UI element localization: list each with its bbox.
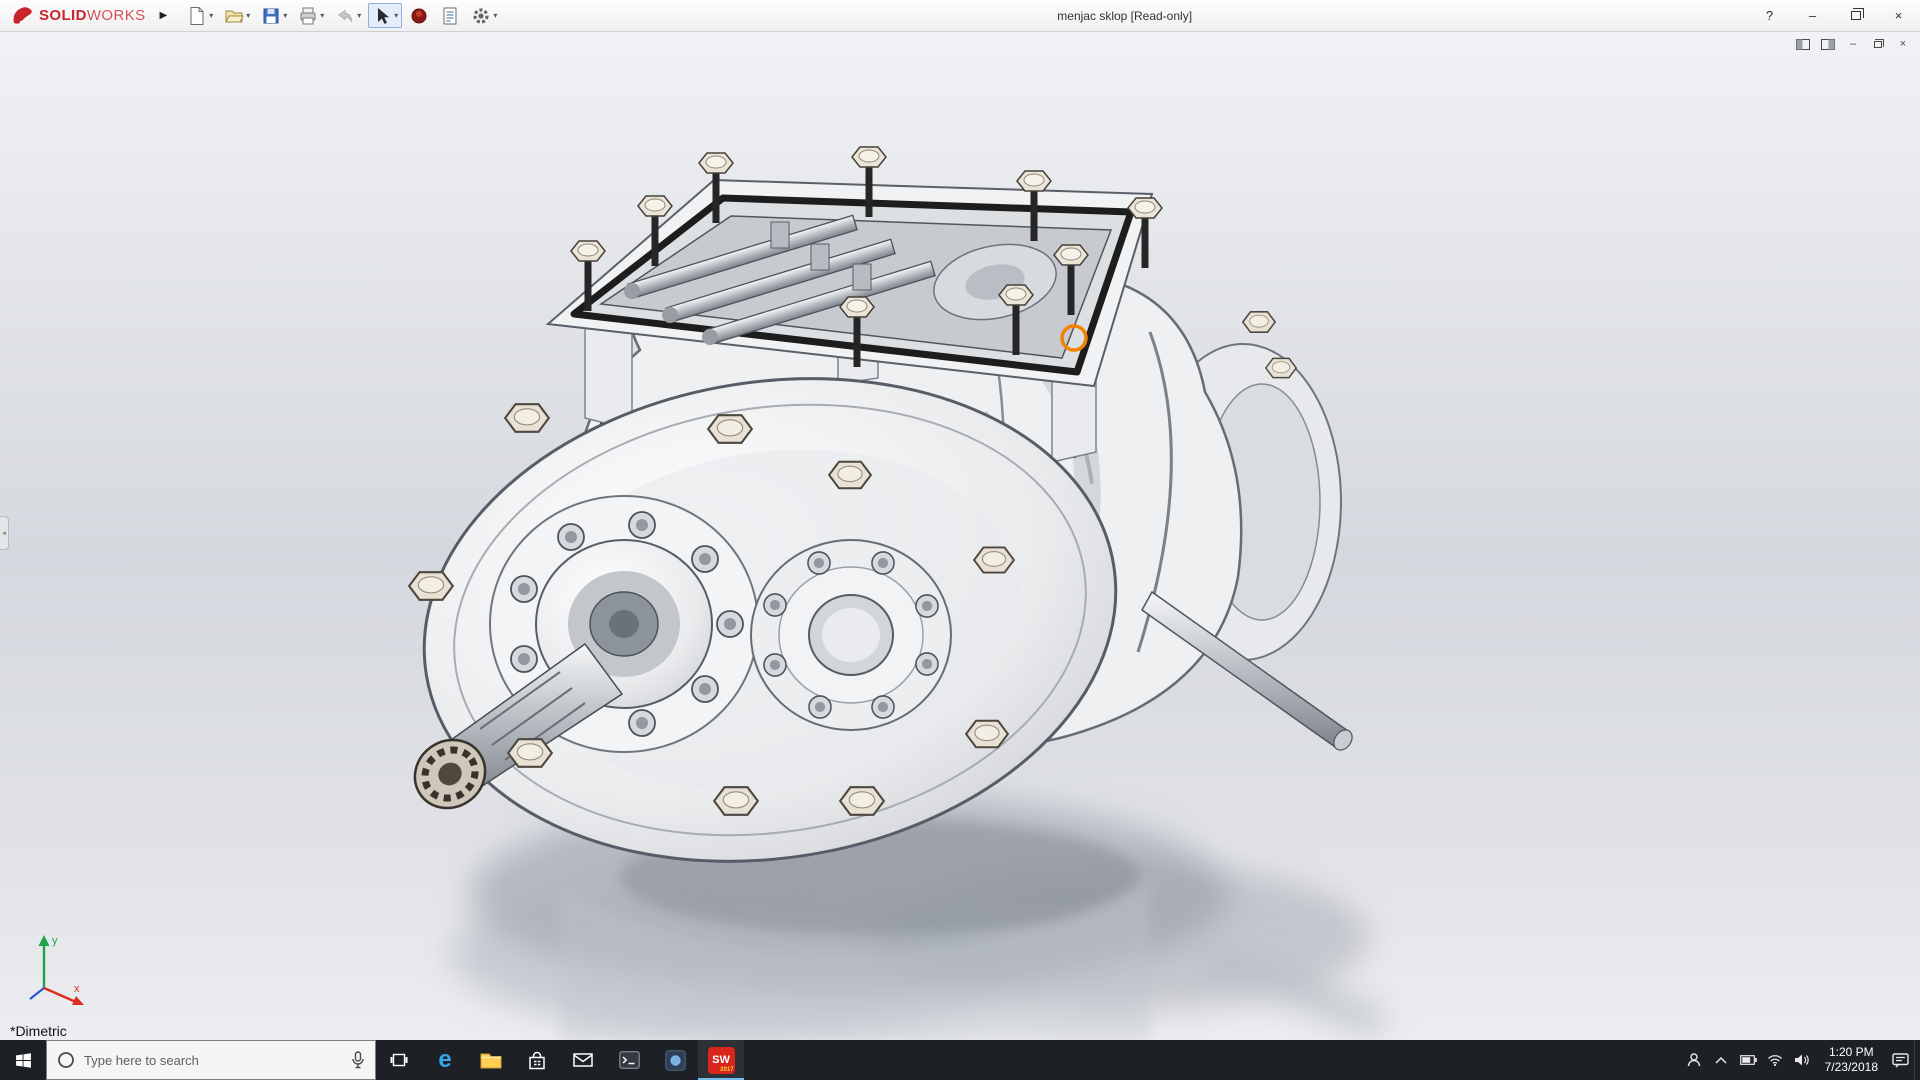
solidworks-app-label: SW <box>712 1054 730 1066</box>
document-window-controls: – × <box>1794 36 1912 52</box>
network-button[interactable] <box>1762 1040 1789 1080</box>
dropdown-caret-icon[interactable]: ▾ <box>246 11 250 20</box>
rebuild-stoplight-icon <box>409 6 429 26</box>
orientation-triad: y x <box>16 926 90 1010</box>
help-button[interactable]: ? <box>1748 0 1791 32</box>
photos-app-icon <box>665 1050 686 1071</box>
dropdown-caret-icon[interactable]: ▾ <box>357 11 361 20</box>
edge-button[interactable]: e <box>422 1040 468 1080</box>
hidden-icons-button[interactable] <box>1708 1040 1735 1080</box>
window-title: menjac sklop [Read-only] <box>501 9 1748 23</box>
triad-y-label: y <box>52 935 58 947</box>
new-document-icon <box>187 6 207 26</box>
new-document-button[interactable]: ▾ <box>183 3 217 28</box>
pane-left-button[interactable] <box>1794 36 1812 52</box>
volume-button[interactable] <box>1789 1040 1816 1080</box>
restore-button[interactable] <box>1834 0 1877 32</box>
window-controls: ? – × <box>1748 0 1920 32</box>
people-icon <box>1686 1052 1702 1068</box>
task-view-button[interactable] <box>376 1040 422 1080</box>
rebuild-button[interactable] <box>405 3 433 28</box>
file-properties-button[interactable] <box>436 3 464 28</box>
speaker-icon <box>1794 1053 1810 1067</box>
document-restore-button[interactable] <box>1869 36 1887 52</box>
store-button[interactable] <box>514 1040 560 1080</box>
edge-icon: e <box>438 1048 451 1072</box>
people-button[interactable] <box>1681 1040 1708 1080</box>
save-button[interactable]: ▾ <box>257 3 291 28</box>
logo-text-solid: SOLID <box>39 7 87 24</box>
console-app-icon <box>619 1051 640 1069</box>
console-app-button[interactable] <box>606 1040 652 1080</box>
gear-icon <box>471 6 491 26</box>
dropdown-caret-icon[interactable]: ▾ <box>320 11 324 20</box>
start-button[interactable] <box>0 1040 46 1080</box>
clock-date: 7/23/2018 <box>1825 1060 1878 1075</box>
dropdown-caret-icon[interactable]: ▾ <box>493 11 497 20</box>
document-minimize-button[interactable]: – <box>1844 36 1862 52</box>
system-tray: 1:20 PM 7/23/2018 <box>1681 1040 1920 1080</box>
dropdown-caret-icon[interactable]: ▾ <box>209 11 213 20</box>
save-icon <box>261 6 281 26</box>
taskbar-search[interactable] <box>46 1040 376 1080</box>
chevron-up-icon <box>1715 1056 1727 1064</box>
triad-x-label: x <box>74 983 80 995</box>
windows-taskbar: e SW 2017 <box>0 1040 1920 1080</box>
quick-access-toolbar: ▾ ▾ ▾ ▾ <box>183 3 501 28</box>
print-icon <box>298 6 318 26</box>
action-center-button[interactable] <box>1887 1040 1914 1080</box>
view-orientation-label: *Dimetric <box>10 1023 67 1039</box>
gearbox-assembly-model[interactable] <box>0 32 1920 1040</box>
store-icon <box>527 1051 547 1070</box>
pane-right-icon <box>1821 39 1835 50</box>
action-center-icon <box>1892 1053 1909 1068</box>
close-button[interactable]: × <box>1877 0 1920 32</box>
select-cursor-icon <box>372 6 392 26</box>
menu-flyout-arrow-icon[interactable]: ▶ <box>160 10 168 21</box>
print-button[interactable]: ▾ <box>294 3 328 28</box>
file-properties-icon <box>440 6 460 26</box>
ds-logo-icon <box>10 6 36 26</box>
solidworks-app-year: 2017 <box>720 1067 733 1073</box>
clock-time: 1:20 PM <box>1829 1045 1874 1060</box>
show-desktop-button[interactable] <box>1914 1040 1920 1080</box>
restore-icon <box>1851 11 1861 20</box>
mail-button[interactable] <box>560 1040 606 1080</box>
solidworks-app-button[interactable]: SW 2017 <box>698 1040 744 1080</box>
options-button[interactable]: ▾ <box>467 3 501 28</box>
document-restore-icon <box>1874 41 1882 48</box>
document-close-button[interactable]: × <box>1894 36 1912 52</box>
graphics-viewport[interactable]: – × <box>0 32 1920 1040</box>
secondary-flange <box>751 540 951 730</box>
search-input[interactable] <box>84 1053 342 1068</box>
open-folder-icon <box>224 6 244 26</box>
feature-manager-collapsed-tab[interactable]: ◂ <box>0 516 9 550</box>
file-explorer-button[interactable] <box>468 1040 514 1080</box>
dropdown-caret-icon[interactable]: ▾ <box>394 11 398 20</box>
cortana-icon <box>57 1051 75 1069</box>
taskbar-clock[interactable]: 1:20 PM 7/23/2018 <box>1816 1040 1887 1080</box>
mail-icon <box>573 1052 593 1068</box>
undo-button[interactable]: ▾ <box>331 3 365 28</box>
undo-icon <box>335 6 355 26</box>
solidworks-logo: SOLID WORKS <box>0 6 150 26</box>
dropdown-caret-icon[interactable]: ▾ <box>283 11 287 20</box>
microphone-icon[interactable] <box>351 1051 365 1069</box>
open-button[interactable]: ▾ <box>220 3 254 28</box>
photos-app-button[interactable] <box>652 1040 698 1080</box>
battery-button[interactable] <box>1735 1040 1762 1080</box>
wifi-icon <box>1767 1054 1783 1066</box>
battery-icon <box>1740 1055 1757 1065</box>
title-bar: SOLID WORKS ▶ ▾ ▾ ▾ <box>0 0 1920 32</box>
minimize-button[interactable]: – <box>1791 0 1834 32</box>
select-button[interactable]: ▾ <box>368 3 402 28</box>
task-view-icon <box>390 1052 408 1068</box>
windows-logo-icon <box>15 1052 32 1069</box>
pane-left-icon <box>1796 39 1810 50</box>
logo-text-works: WORKS <box>87 7 146 24</box>
file-explorer-icon <box>480 1051 502 1069</box>
pane-right-button[interactable] <box>1819 36 1837 52</box>
solidworks-app-icon: SW 2017 <box>708 1047 735 1074</box>
